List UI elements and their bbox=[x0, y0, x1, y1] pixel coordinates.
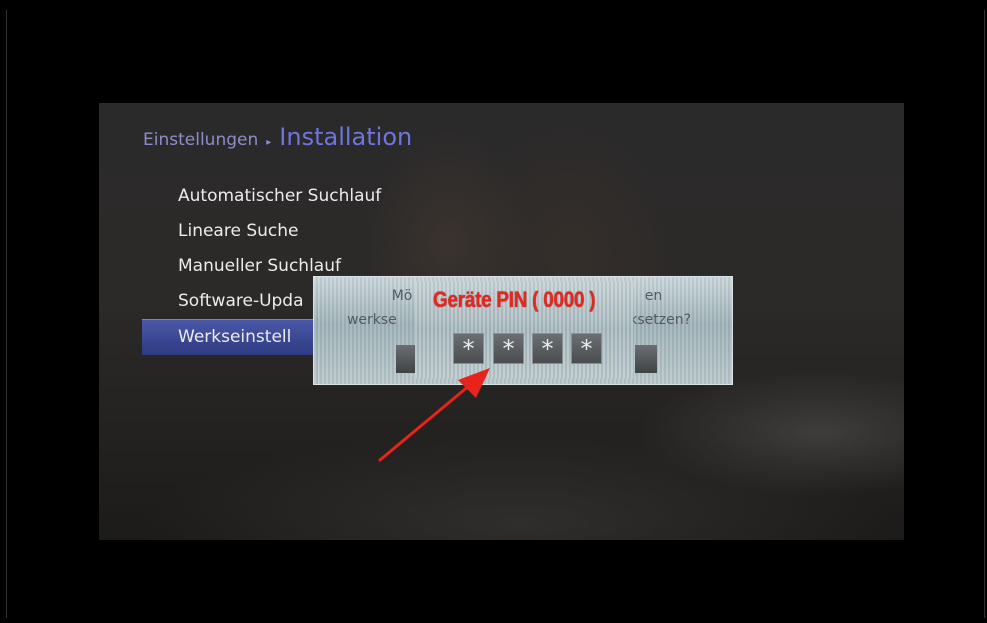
red-arrow-icon bbox=[378, 368, 490, 462]
